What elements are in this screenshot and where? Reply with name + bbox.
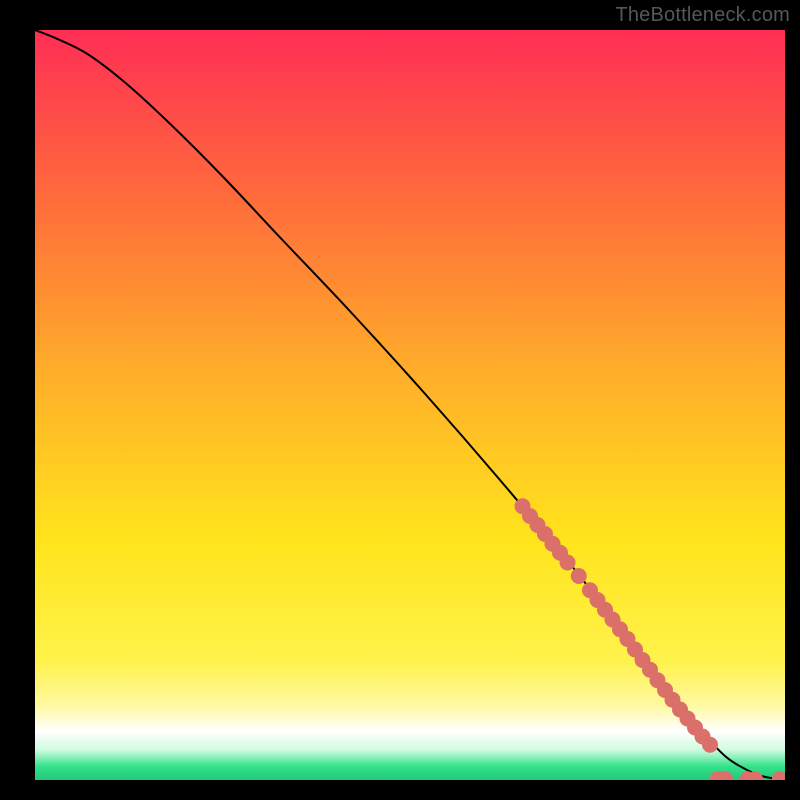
watermark-text: TheBottleneck.com: [615, 4, 790, 27]
chart-plot-area: [35, 30, 785, 780]
gradient-background: [35, 30, 785, 780]
data-marker: [571, 568, 587, 584]
data-marker: [702, 737, 718, 753]
chart-svg: [35, 30, 785, 780]
outer-frame: TheBottleneck.com: [0, 0, 800, 800]
data-marker: [560, 555, 576, 571]
